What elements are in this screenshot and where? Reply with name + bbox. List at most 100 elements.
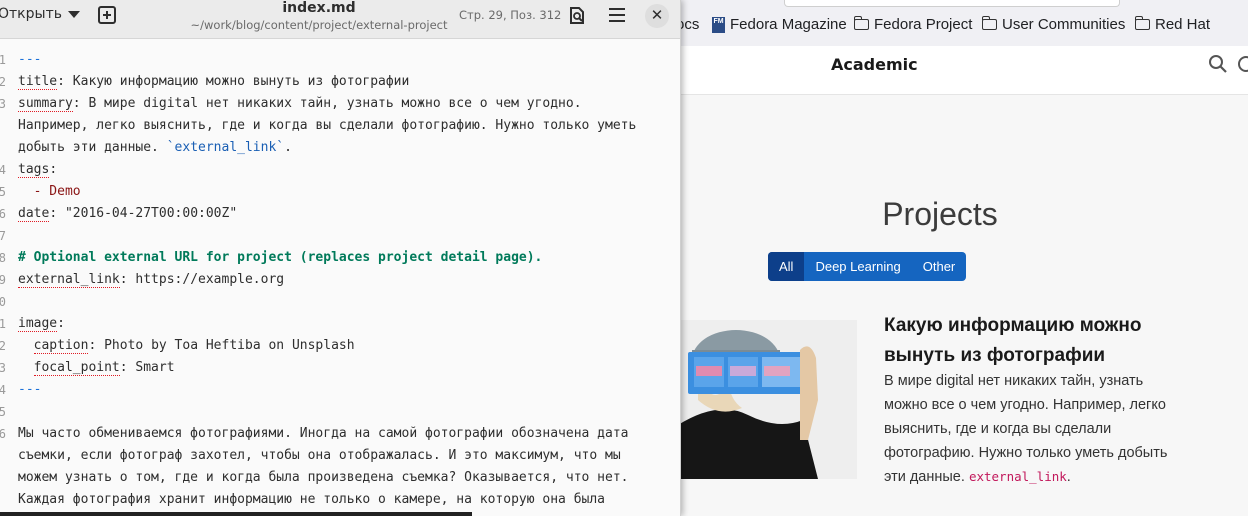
line-text: tags: — [18, 159, 57, 181]
bookmark-red-hat[interactable]: Red Hat — [1134, 16, 1210, 33]
filter-all[interactable]: All — [768, 252, 805, 281]
code-line: 1 image: — [0, 313, 680, 335]
yaml-key: date — [18, 206, 50, 222]
line-text: focal_point: Smart — [18, 357, 175, 379]
line-text: --- — [18, 379, 41, 401]
yaml-key: image — [18, 316, 58, 332]
line-text: Каждая фотография хранит информацию не т… — [18, 489, 605, 511]
open-button[interactable]: Открыть — [0, 6, 80, 22]
line-number: 3 — [0, 93, 6, 115]
yaml-value: : — [57, 316, 65, 331]
code-line: Каждая фотография хранит информацию не т… — [0, 489, 680, 511]
hamburger-menu-icon[interactable] — [609, 8, 625, 26]
text-editor-window: Открыть index.md ~/work/blog/content/pro… — [0, 0, 681, 516]
theme-toggle-icon[interactable] — [1238, 56, 1248, 72]
folder-icon — [1134, 16, 1150, 30]
project-filters: All Deep Learning Other — [768, 252, 967, 281]
yaml-value: : Smart — [119, 360, 175, 375]
inline-code: `external_link` — [166, 140, 285, 155]
code-line: Например, легко выяснить, где и когда вы… — [0, 115, 680, 137]
project-summary: В мире digital нет никаких тайн, узнать … — [884, 373, 1168, 485]
code-line: 2 caption: Photo by Toa Heftiba on Unspl… — [0, 335, 680, 357]
code-line: 0 — [0, 291, 680, 313]
bookmark-user-communities[interactable]: User Communities — [981, 16, 1125, 33]
yaml-value: : В мире digital нет никаких тайн, узнат… — [72, 96, 582, 111]
plain-text: Например, легко выяснить, где и когда вы… — [18, 118, 637, 133]
line-number: 1 — [0, 49, 6, 71]
document-search-icon[interactable] — [568, 7, 586, 25]
filter-deep-learning[interactable]: Deep Learning — [804, 252, 911, 281]
yaml-key: title — [18, 74, 58, 90]
code-line: 3 focal_point: Smart — [0, 357, 680, 379]
folder-icon — [853, 16, 869, 30]
line-number: 0 — [0, 291, 6, 313]
line-text: съемки, если фотограф захотел, чтобы она… — [18, 445, 621, 467]
yaml-value: : — [49, 162, 58, 177]
document-title: index.md — [282, 0, 356, 16]
line-number: 4 — [0, 379, 6, 401]
folder-icon — [981, 16, 997, 30]
yaml-list-item: - Demo — [18, 184, 81, 199]
plain-text: . — [284, 140, 292, 155]
yaml-key: external_link — [18, 272, 120, 288]
line-text: --- — [18, 49, 41, 71]
browser-window: ocs FM Fedora Magazine Fedora Project Use… — [660, 0, 1248, 516]
yaml-value: : Photo by Toa Heftiba on Unsplash — [88, 338, 355, 353]
code-line: 3 summary: В мире digital нет никаких тай… — [0, 93, 680, 115]
line-text: Например, легко выяснить, где и когда вы… — [18, 115, 636, 137]
line-text: # Optional external URL for project (rep… — [18, 247, 542, 269]
markdown-heading: # Optional external URL for project (rep… — [18, 250, 543, 265]
code-line: можем узнать о том, где и когда была про… — [0, 467, 680, 489]
editor-text-area[interactable]: 1 --- 2 title: Какую информацию можно вынут… — [0, 49, 680, 511]
line-number: 6 — [0, 423, 6, 445]
fedora-magazine-icon: FM — [712, 16, 725, 33]
line-number: 2 — [0, 71, 6, 93]
line-number: 1 — [0, 313, 6, 335]
code-line: съемки, если фотограф захотел, чтобы она… — [0, 445, 680, 467]
code-line: 2 title: Какую информацию можно вынуть из… — [0, 71, 680, 93]
line-number: 2 — [0, 335, 6, 357]
taskbar-edge — [0, 512, 472, 516]
code-line: 9 external_link: https://example.org — [0, 269, 680, 291]
cursor-position[interactable]: Стр. 29, Поз. 312 — [459, 8, 561, 22]
line-number: 9 — [0, 269, 6, 291]
plain-text: --- — [18, 52, 42, 67]
code-line: 6 Мы часто обмениваемся фотографиями. Ино… — [0, 423, 680, 445]
site-navbar: Academic — [660, 46, 1248, 95]
project-photo — [678, 320, 857, 479]
line-text: summary: В мире digital нет никаких тайн… — [18, 93, 582, 115]
yaml-key: tags — [18, 162, 50, 178]
search-icon[interactable] — [1208, 54, 1228, 74]
line-number: 7 — [0, 225, 6, 247]
line-number: 4 — [0, 159, 6, 181]
close-icon[interactable]: ✕ — [645, 4, 669, 28]
line-number: 8 — [0, 247, 6, 269]
yaml-value: : https://example.org — [119, 272, 285, 287]
paragraph-text: Мы часто обмениваемся фотографиями. Иног… — [18, 426, 629, 441]
code-line: добыть эти данные. `external_link`. — [0, 137, 680, 159]
external-link-code: external_link — [968, 469, 1067, 484]
line-text: title: Какую информацию можно вынуть из … — [18, 71, 409, 93]
line-text: Мы часто обмениваемся фотографиями. Иног… — [18, 423, 628, 445]
line-text: добыть эти данные. `external_link`. — [18, 137, 292, 159]
bookmarks-bar: ocs FM Fedora Magazine Fedora Project Use… — [660, 0, 1248, 47]
code-line: 1 --- — [0, 49, 680, 71]
new-tab-icon[interactable] — [98, 6, 116, 24]
project-image[interactable] — [678, 320, 857, 479]
plain-text: добыть эти данные. — [18, 140, 167, 155]
line-text: - Demo — [18, 181, 81, 203]
line-text: date: "2016-04-27T00:00:00Z" — [18, 203, 237, 225]
bookmark-fedora-project[interactable]: Fedora Project — [853, 16, 972, 33]
url-bar-edge[interactable] — [784, 0, 1120, 7]
code-line: 6 date: "2016-04-27T00:00:00Z" — [0, 203, 680, 225]
line-text: image: — [18, 313, 65, 335]
filter-other[interactable]: Other — [912, 252, 967, 281]
yaml-value: : Какую информацию можно вынуть из фотог… — [57, 74, 410, 89]
editor-headerbar: Открыть index.md ~/work/blog/content/pro… — [0, 0, 680, 39]
projects-heading: Projects — [882, 196, 998, 232]
bookmark-fedora-magazine[interactable]: FM Fedora Magazine — [712, 16, 847, 33]
project-title[interactable]: Какую информацию можно вынуть из фотогра… — [884, 311, 1184, 371]
line-text: caption: Photo by Toa Heftiba on Unsplas… — [18, 335, 355, 357]
paragraph-text: можем узнать о том, где и когда была про… — [18, 470, 629, 485]
site-title[interactable]: Academic — [831, 47, 918, 83]
